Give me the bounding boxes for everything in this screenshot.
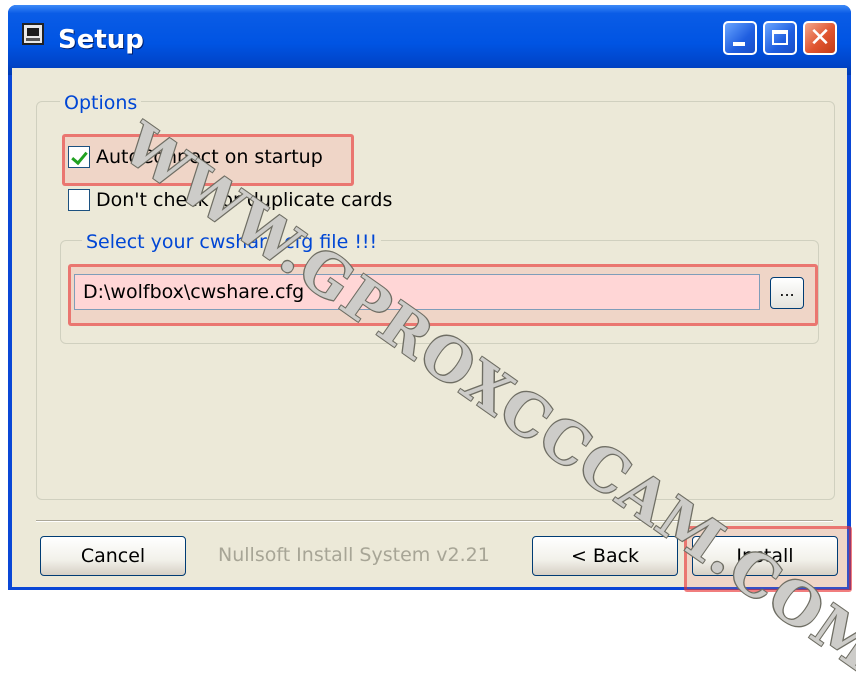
cancel-button[interactable]: Cancel	[40, 536, 186, 576]
window-title: Setup	[58, 25, 144, 55]
nsis-branding-text: Nullsoft Install System v2.21	[218, 544, 490, 566]
maximize-button[interactable]	[763, 21, 797, 55]
close-icon: ✕	[809, 23, 831, 53]
title-bar[interactable]: Setup ✕	[8, 5, 851, 75]
autoconnect-checkbox[interactable]	[68, 146, 90, 168]
minimize-button[interactable]	[723, 21, 757, 55]
close-button[interactable]: ✕	[803, 21, 837, 55]
options-legend: Options	[60, 92, 142, 114]
setup-window: Setup ✕ Options AutoConnect on startup D…	[8, 5, 852, 592]
installer-app-icon	[22, 23, 44, 45]
browse-button[interactable]: ...	[770, 277, 804, 309]
maximize-icon	[772, 30, 788, 45]
minimize-icon	[733, 42, 745, 46]
duplicate-check-checkbox[interactable]	[68, 189, 90, 211]
